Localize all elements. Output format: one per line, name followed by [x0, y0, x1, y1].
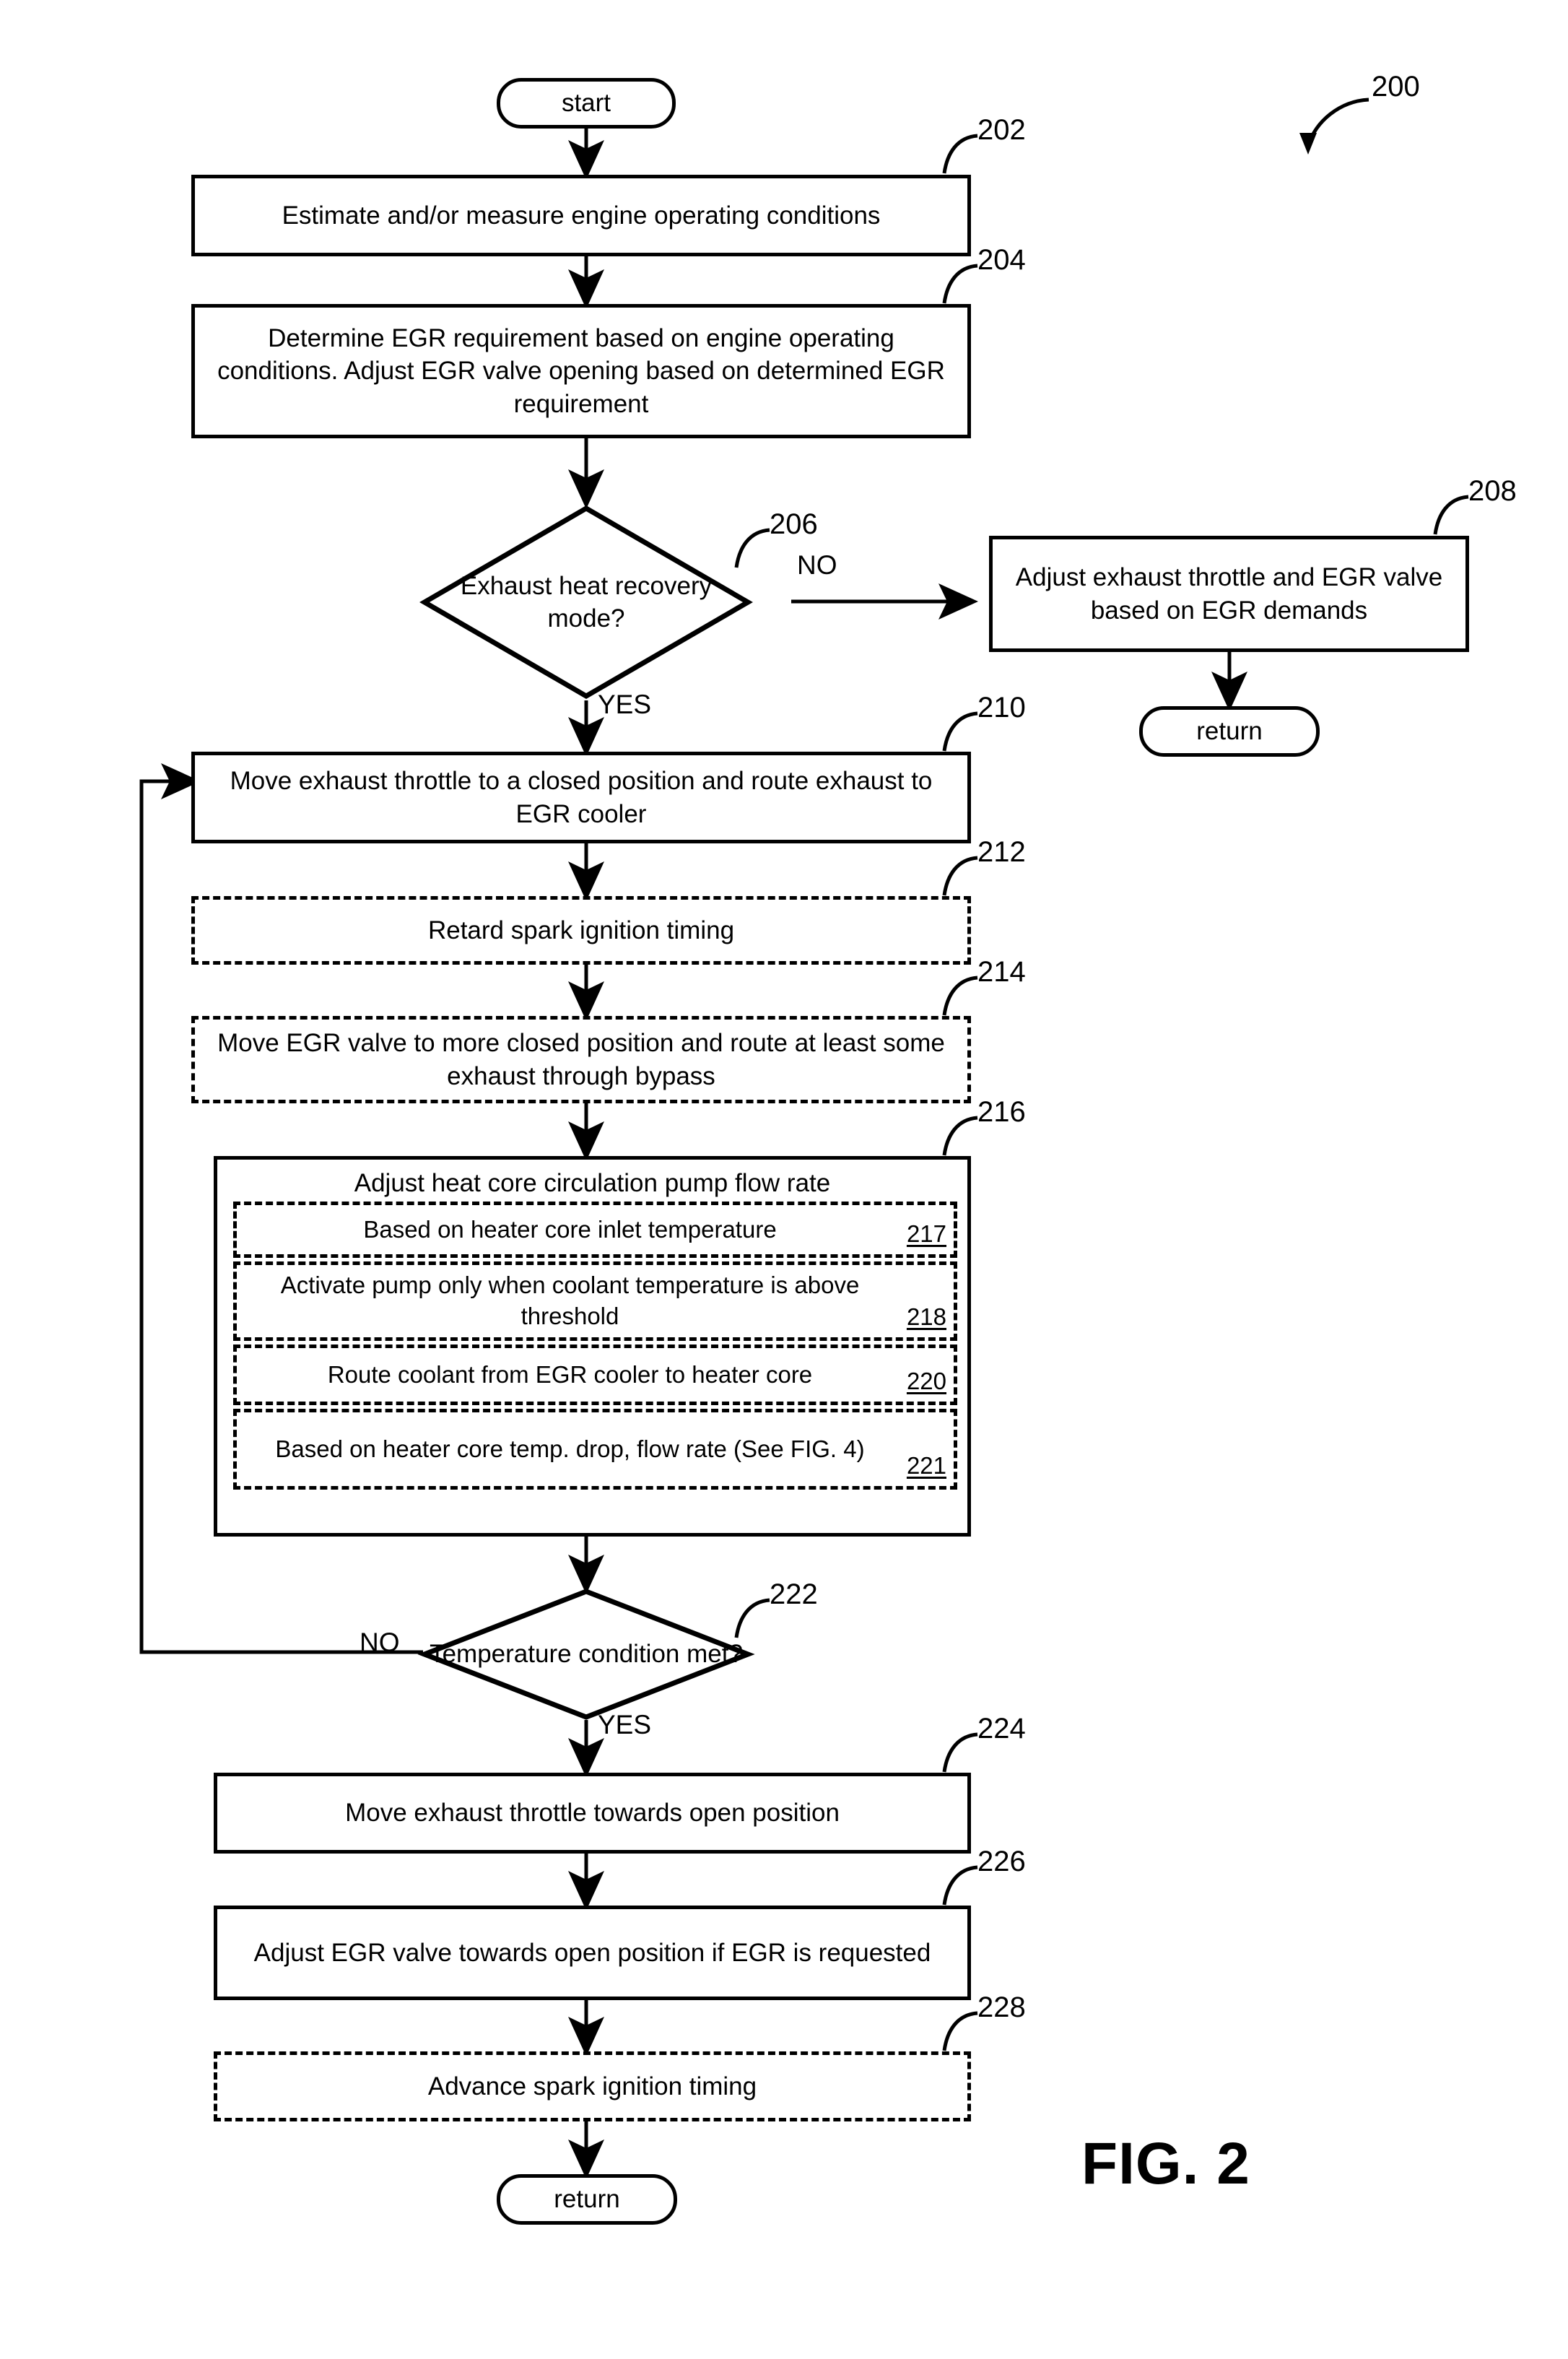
reference-leader-228: 228	[915, 1991, 1031, 2064]
reference-number-212: 212	[977, 836, 1026, 868]
edge-label-222-yes: YES	[598, 1710, 652, 1739]
process-box-208: Adjust exhaust throttle and EGR valve ba…	[989, 536, 1469, 652]
substep-box-221: Based on heater core temp. drop, flow ra…	[233, 1409, 957, 1490]
reference-number-204: 204	[977, 244, 1026, 276]
reference-number-214: 214	[977, 956, 1026, 988]
reference-number-208: 208	[1468, 475, 1517, 507]
substep-box-220-text: Route coolant from EGR cooler to heater …	[327, 1360, 813, 1388]
process-box-226-text: Adjust EGR valve towards open position i…	[253, 1938, 931, 1967]
process-box-202-text: Estimate and/or measure engine operating…	[282, 201, 881, 230]
reference-leader-214: 214	[915, 956, 1031, 1028]
process-box-216-text: Adjust heat core circulation pump flow r…	[354, 1169, 831, 1197]
reference-number-224: 224	[977, 1713, 1026, 1745]
substep-box-220: Route coolant from EGR cooler to heater …	[233, 1344, 957, 1405]
reference-leader-226: 226	[915, 1846, 1031, 1918]
process-box-224: Move exhaust throttle towards open posit…	[214, 1773, 971, 1854]
process-box-204-text: Determine EGR requirement based on engin…	[217, 323, 945, 418]
reference-leader-212: 212	[915, 836, 1031, 908]
reference-number-226: 226	[977, 1846, 1026, 1877]
substep-box-218: Activate pump only when coolant temperat…	[233, 1261, 957, 1341]
reference-number-206: 206	[770, 508, 818, 540]
process-box-204: Determine EGR requirement based on engin…	[191, 304, 971, 438]
process-box-214: Move EGR valve to more closed position a…	[191, 1016, 971, 1103]
terminator-start: start	[497, 78, 676, 129]
process-box-202: Estimate and/or measure engine operating…	[191, 175, 971, 256]
reference-number-222: 222	[770, 1578, 818, 1610]
reference-leader-204: 204	[915, 244, 1031, 316]
reference-leader-202: 202	[915, 114, 1031, 186]
reference-number-210: 210	[977, 692, 1026, 724]
process-box-210: Move exhaust throttle to a closed positi…	[191, 752, 971, 843]
reference-leader-216: 216	[915, 1096, 1031, 1168]
substep-box-217: Based on heater core inlet temperature 2…	[233, 1202, 957, 1258]
terminator-return-end: return	[497, 2174, 677, 2225]
terminator-return-branch-label: return	[1196, 717, 1263, 746]
method-reference-200: 200	[1271, 71, 1444, 166]
patent-figure-page: 200 start Estimate and/or measure engine…	[0, 0, 1568, 2359]
process-box-228-text: Advance spark ignition timing	[427, 2072, 757, 2100]
process-box-224-text: Move exhaust throttle towards open posit…	[345, 1799, 840, 1828]
figure-caption: FIG. 2	[1081, 2131, 1250, 2197]
terminator-return-end-label: return	[554, 2185, 620, 2214]
edge-label-206-yes: YES	[598, 690, 652, 719]
substep-reference-220: 220	[906, 1368, 946, 1395]
process-box-212: Retard spark ignition timing	[191, 896, 971, 965]
edge-label-222-no: NO	[360, 1628, 400, 1657]
substep-reference-218: 218	[906, 1303, 946, 1331]
substep-reference-217: 217	[906, 1220, 946, 1248]
reference-leader-210: 210	[915, 692, 1031, 764]
process-box-210-text: Move exhaust throttle to a closed positi…	[230, 767, 933, 828]
reference-number-228: 228	[977, 1991, 1026, 2023]
substep-reference-221: 221	[906, 1452, 946, 1480]
edge-label-206-no: NO	[797, 550, 837, 580]
process-box-212-text: Retard spark ignition timing	[427, 916, 735, 944]
reference-leader-208: 208	[1406, 475, 1522, 547]
decision-diamond-222: Temperature condition met?	[417, 1589, 755, 1720]
process-box-208-text: Adjust exhaust throttle and EGR valve ba…	[1015, 563, 1443, 625]
reference-leader-224: 224	[915, 1713, 1031, 1785]
method-reference-200-label: 200	[1372, 71, 1420, 103]
substep-box-221-text: Based on heater core temp. drop, flow ra…	[275, 1435, 865, 1462]
decision-diamond-206: Exhaust heat recovery mode?	[419, 505, 753, 700]
reference-number-216: 216	[977, 1096, 1026, 1128]
process-box-214-text: Move EGR valve to more closed position a…	[217, 1029, 945, 1090]
substep-box-218-text: Activate pump only when coolant temperat…	[280, 1272, 860, 1329]
terminator-return-branch: return	[1139, 706, 1320, 757]
terminator-start-label: start	[561, 89, 611, 118]
process-box-226: Adjust EGR valve towards open position i…	[214, 1906, 971, 2000]
process-box-228: Advance spark ignition timing	[214, 2051, 971, 2121]
process-box-216: Adjust heat core circulation pump flow r…	[214, 1156, 971, 1537]
reference-leader-222: 222	[707, 1578, 823, 1651]
reference-number-202: 202	[977, 114, 1026, 146]
substep-box-217-text: Based on heater core inlet temperature	[363, 1215, 777, 1243]
